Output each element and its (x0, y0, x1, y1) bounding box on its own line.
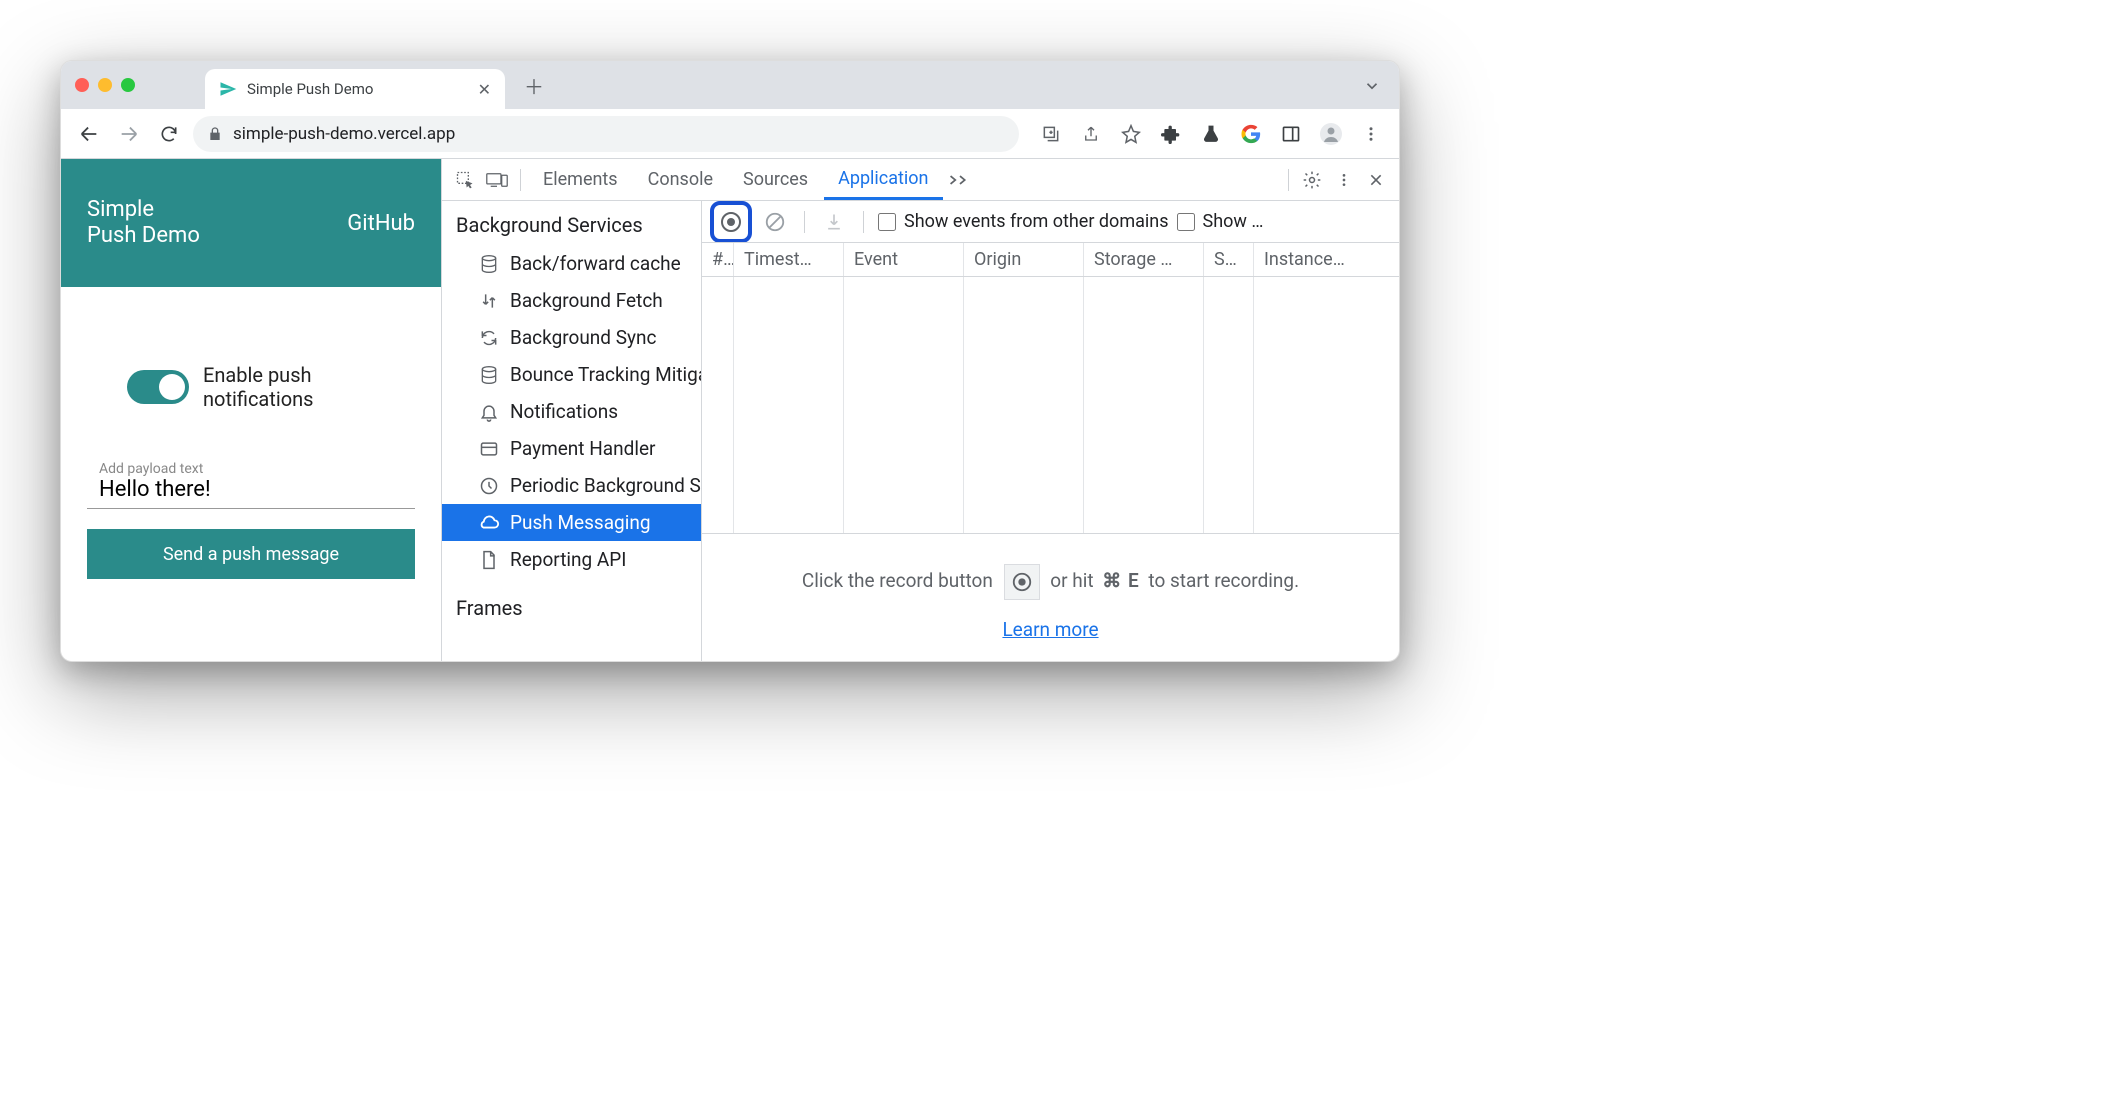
database-icon (478, 364, 500, 386)
tab-elements[interactable]: Elements (529, 159, 632, 200)
devtools-action-bar: Show events from other domains Show … (702, 201, 1399, 243)
payload-field[interactable]: Add payload text (87, 451, 415, 509)
page-title: Simple Push Demo (87, 197, 200, 250)
col-timestamp[interactable]: Timest… (734, 243, 844, 276)
device-toolbar-icon[interactable] (482, 165, 512, 195)
devtools-close-icon[interactable] (1361, 165, 1391, 195)
page-content: Simple Push Demo GitHub Enable push noti… (61, 159, 441, 661)
inspect-element-icon[interactable] (450, 165, 480, 195)
col-storage[interactable]: Storage … (1084, 243, 1204, 276)
devtools-menu-icon[interactable] (1329, 165, 1359, 195)
sidebar-item-back-forward-cache[interactable]: Back/forward cache (442, 245, 701, 282)
devtools-settings-icon[interactable] (1297, 165, 1327, 195)
sidebar-item-reporting-api[interactable]: Reporting API (442, 541, 701, 578)
col-instance[interactable]: Instance… (1254, 243, 1399, 276)
fetch-arrows-icon (478, 290, 500, 312)
sidebar-item-background-fetch[interactable]: Background Fetch (442, 282, 701, 319)
database-icon (478, 253, 500, 275)
new-tab-button[interactable]: ＋ (519, 70, 549, 100)
address-bar[interactable]: simple-push-demo.vercel.app (193, 116, 1019, 152)
clear-button[interactable] (760, 207, 790, 237)
sidebar-item-periodic-background[interactable]: Periodic Background Sync (442, 467, 701, 504)
learn-more-link[interactable]: Learn more (1002, 618, 1098, 641)
window-maximize-button[interactable] (121, 78, 135, 92)
window-close-button[interactable] (75, 78, 89, 92)
bell-icon (478, 401, 500, 423)
side-panel-icon[interactable] (1275, 118, 1307, 150)
download-icon[interactable] (819, 207, 849, 237)
tab-sources[interactable]: Sources (729, 159, 822, 200)
page-header: Simple Push Demo GitHub (61, 159, 441, 287)
github-link[interactable]: GitHub (347, 211, 415, 236)
window-minimize-button[interactable] (98, 78, 112, 92)
devtools-main: Show events from other domains Show … # … (702, 201, 1399, 661)
clock-icon (478, 475, 500, 497)
browser-tab[interactable]: Simple Push Demo ✕ (205, 69, 505, 109)
traffic-lights (75, 78, 135, 92)
events-table-body (702, 277, 1399, 533)
enable-push-toggle[interactable] (127, 370, 189, 404)
browser-toolbar: simple-push-demo.vercel.app (61, 109, 1399, 159)
tab-title: Simple Push Demo (247, 80, 468, 98)
tab-console[interactable]: Console (634, 159, 727, 200)
devtools-tab-bar: Elements Console Sources Application (442, 159, 1399, 201)
sidebar-item-bounce-tracking[interactable]: Bounce Tracking Mitigations (442, 356, 701, 393)
sidebar-item-notifications[interactable]: Notifications (442, 393, 701, 430)
profile-avatar-icon[interactable] (1315, 118, 1347, 150)
browser-window: Simple Push Demo ✕ ＋ simple-push-demo.ve… (60, 60, 1400, 662)
more-tabs-icon[interactable] (945, 165, 975, 195)
chevron-down-icon[interactable] (1363, 77, 1381, 95)
labs-flask-icon[interactable] (1195, 118, 1227, 150)
sidebar-item-background-sync[interactable]: Background Sync (442, 319, 701, 356)
send-push-button[interactable]: Send a push message (87, 529, 415, 579)
document-icon (478, 549, 500, 571)
tab-close-button[interactable]: ✕ (478, 80, 491, 99)
url-text: simple-push-demo.vercel.app (233, 124, 455, 144)
toggle-label: Enable push notifications (203, 363, 313, 411)
col-event[interactable]: Event (844, 243, 964, 276)
payload-input[interactable] (99, 477, 403, 502)
show-truncated-checkbox[interactable]: Show … (1177, 211, 1264, 232)
sync-icon (478, 327, 500, 349)
devtools-panel: Elements Console Sources Application (441, 159, 1399, 661)
col-origin[interactable]: Origin (964, 243, 1084, 276)
credit-card-icon (478, 438, 500, 460)
share-icon[interactable] (1075, 118, 1107, 150)
record-icon (1004, 564, 1040, 600)
payload-label: Add payload text (99, 461, 403, 477)
google-icon[interactable] (1235, 118, 1267, 150)
sidebar-section-frames: Frames (442, 578, 701, 628)
sidebar-item-payment-handler[interactable]: Payment Handler (442, 430, 701, 467)
col-num[interactable]: # (702, 243, 734, 276)
record-button[interactable] (716, 207, 746, 237)
record-button-highlight (710, 201, 752, 243)
bookmark-star-icon[interactable] (1115, 118, 1147, 150)
tab-strip: Simple Push Demo ✕ ＋ (61, 61, 1399, 109)
reload-button[interactable] (153, 118, 185, 150)
events-table-header: # Timest… Event Origin Storage … S… Inst… (702, 243, 1399, 277)
install-app-icon[interactable] (1035, 118, 1067, 150)
back-button[interactable] (73, 118, 105, 150)
col-sw[interactable]: S… (1204, 243, 1254, 276)
tab-application[interactable]: Application (824, 159, 942, 200)
empty-state: Click the record button or hit ⌘ E to st… (702, 533, 1399, 661)
devtools-sidebar: Background Services Back/forward cache B… (442, 201, 702, 661)
paper-plane-icon (219, 80, 237, 98)
browser-menu-icon[interactable] (1355, 118, 1387, 150)
extensions-icon[interactable] (1155, 118, 1187, 150)
sidebar-item-push-messaging[interactable]: Push Messaging (442, 504, 701, 541)
forward-button[interactable] (113, 118, 145, 150)
show-other-domains-checkbox[interactable]: Show events from other domains (878, 211, 1169, 232)
lock-icon (207, 126, 223, 142)
sidebar-section-background-services: Background Services (442, 201, 701, 245)
cloud-icon (478, 512, 500, 534)
keyboard-shortcut: ⌘ E (1102, 569, 1139, 592)
